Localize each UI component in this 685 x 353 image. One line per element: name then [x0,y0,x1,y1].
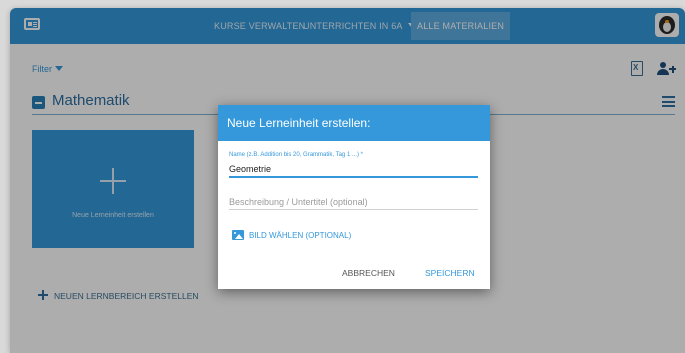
dialog-title: Neue Lerneinheit erstellen: [218,105,490,141]
name-input[interactable] [229,161,478,178]
description-input[interactable] [229,194,478,210]
cancel-button[interactable]: ABBRECHEN [342,267,395,279]
choose-image-label: BILD WÄHLEN (OPTIONAL) [249,231,352,240]
image-icon-mountain [235,234,243,239]
create-unit-dialog: Neue Lerneinheit erstellen: Name (z.B. A… [218,105,490,289]
name-field-label: Name (z.B. Addition bis 20, Grammatik, T… [229,152,363,158]
choose-image-button[interactable]: BILD WÄHLEN (OPTIONAL) [232,229,351,243]
image-icon [232,230,244,240]
app-window: KURSE VERWALTEN UNTERRICHTEN IN 6A ALLE … [10,8,685,353]
save-button[interactable]: SPEICHERN [425,267,475,279]
